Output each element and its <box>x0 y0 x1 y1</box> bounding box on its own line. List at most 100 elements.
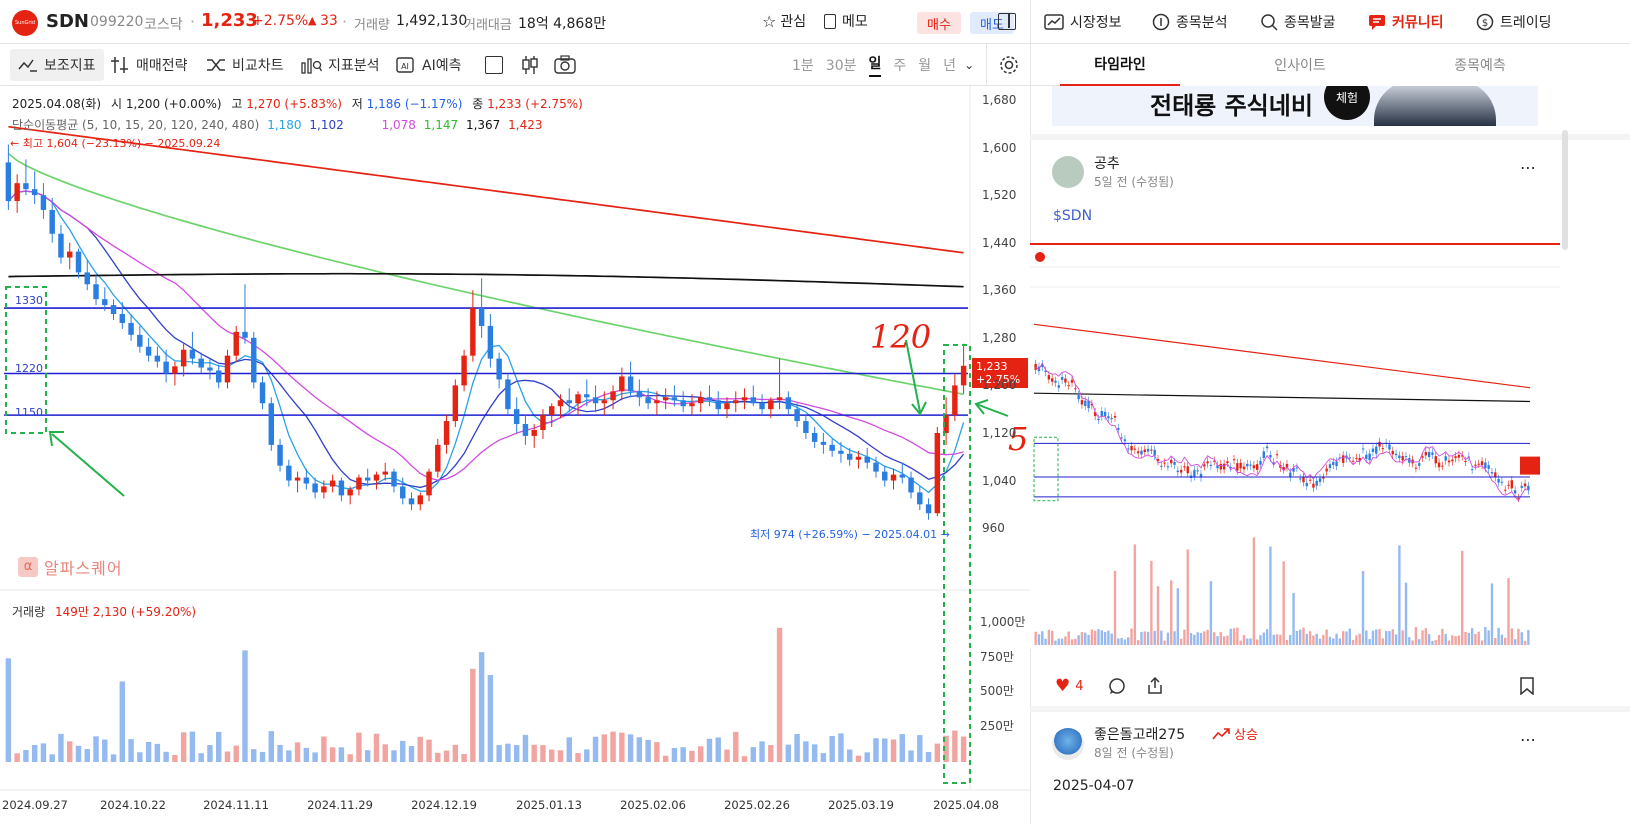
mini-volume-bar <box>1315 633 1318 645</box>
mini-volume-bar <box>1504 637 1507 645</box>
candle-body <box>119 314 126 323</box>
mini-volume-bar <box>1305 633 1308 645</box>
volume-bar <box>794 734 800 762</box>
volume-tick-label: 750만 <box>980 650 1014 664</box>
volume-bar <box>40 743 47 762</box>
volume-bar <box>627 734 634 762</box>
post-author-name[interactable]: 좋은돌고래275 <box>1094 724 1185 744</box>
nav-stock-analysis[interactable]: 종목분석 <box>1152 0 1228 44</box>
tab-timeline[interactable]: 타임라인 <box>1060 44 1180 86</box>
mini-candle <box>1064 378 1067 383</box>
more-options-icon[interactable]: ⋯ <box>1520 158 1537 177</box>
candle-body <box>487 325 494 359</box>
mini-candle <box>1265 446 1269 449</box>
tab-stock-forecast[interactable]: 종목예측 <box>1420 44 1540 86</box>
mini-volume-bar <box>1325 629 1328 645</box>
mini-candle <box>1080 400 1084 405</box>
like-button[interactable]: ♥ 4 <box>1055 676 1084 696</box>
mini-volume-bar <box>1110 633 1113 645</box>
ohlc-date: 2025.04.08(화) <box>12 97 102 111</box>
share-icon[interactable] <box>1146 676 1164 695</box>
mini-volume-bar <box>1070 639 1074 645</box>
mini-candle <box>1173 461 1176 465</box>
mini-volume-bar <box>1054 640 1057 645</box>
mini-volume-bar <box>1461 550 1464 645</box>
tab-insight[interactable]: 인사이트 <box>1240 44 1360 86</box>
comment-icon[interactable] <box>1108 677 1126 695</box>
mini-volume-bar <box>1328 636 1332 645</box>
mini-volume-bar <box>1388 631 1391 645</box>
candle-body <box>356 477 362 490</box>
post-author-avatar[interactable] <box>1052 728 1084 760</box>
post-cashtag[interactable]: $SDN <box>1053 208 1092 224</box>
nav-label: 시장정보 <box>1070 15 1122 31</box>
mini-candle <box>1394 453 1398 456</box>
mini-candle <box>1143 449 1146 453</box>
mini-candle <box>1259 460 1262 465</box>
mini-volume-bar <box>1527 629 1530 645</box>
volume-bar <box>575 752 581 762</box>
candle-body <box>93 284 99 300</box>
chat-icon <box>1369 15 1385 30</box>
mini-candle <box>1351 460 1355 462</box>
nav-stock-discovery[interactable]: 종목발굴 <box>1260 0 1336 44</box>
mini-candle <box>1203 464 1206 467</box>
nav-community[interactable]: 커뮤니티 <box>1368 0 1444 44</box>
y-tick-label: 1,040 <box>982 473 1017 488</box>
mini-volume-bar <box>1064 636 1067 645</box>
mini-candle <box>1504 489 1507 491</box>
candle-body <box>654 400 660 404</box>
post-author-avatar[interactable] <box>1052 156 1084 188</box>
mini-volume-bar <box>1447 640 1451 645</box>
mini-candle <box>1070 379 1074 383</box>
candle-body <box>268 403 275 445</box>
candle-body <box>540 415 546 430</box>
mini-volume-bar <box>1411 640 1414 645</box>
mini-candle <box>1113 415 1117 418</box>
volume-bar <box>689 750 695 762</box>
candle-body <box>137 334 143 347</box>
mini-volume-bar <box>1302 627 1305 645</box>
more-options-icon[interactable]: ⋯ <box>1520 730 1537 749</box>
panel-scrollbar[interactable] <box>1562 130 1568 250</box>
post-image-thumbnail[interactable] <box>1030 243 1560 649</box>
ma-label: 단순이동평균 (5, 10, 15, 20, 120, 240, 480) <box>12 118 260 132</box>
candle-body <box>645 397 651 404</box>
mini-candle <box>1401 456 1404 461</box>
mini-volume-bar <box>1272 634 1275 645</box>
high-value: 1,270 (+5.83%) <box>246 97 342 111</box>
mini-candle <box>1249 464 1252 466</box>
mini-volume-bar <box>1173 631 1176 645</box>
mini-candle <box>1183 466 1186 468</box>
mini-volume-bar <box>1160 630 1163 645</box>
ad-banner[interactable]: 전태룡 주식네비 체험 <box>1052 86 1538 126</box>
mini-candle <box>1451 459 1454 462</box>
mini-volume-bar <box>1365 630 1368 645</box>
candle-body <box>496 358 502 380</box>
candle-body <box>697 397 704 404</box>
candle-body <box>768 400 774 410</box>
mini-candle <box>1236 463 1239 471</box>
bookmark-icon[interactable] <box>1520 677 1534 695</box>
nav-trading[interactable]: $ 트레이딩 <box>1476 0 1552 44</box>
post-author-name[interactable]: 공추 <box>1094 153 1120 173</box>
volume-bar <box>259 751 266 762</box>
volume-bar <box>224 751 231 762</box>
mini-volume-bar <box>1332 638 1335 645</box>
candle-body <box>908 477 914 493</box>
candle-body <box>706 397 713 401</box>
mini-candle <box>1454 456 1457 459</box>
volume-bar <box>373 733 380 762</box>
price-tag-value: 1,233 <box>976 360 1008 373</box>
mini-candle <box>1513 490 1517 494</box>
mini-candle <box>1328 464 1332 469</box>
nav-market-info[interactable]: 시장정보 <box>1044 0 1122 44</box>
low-label: 저 <box>351 97 363 111</box>
volume-bar <box>338 747 345 762</box>
candle-body <box>601 400 608 404</box>
candle-body <box>329 480 336 487</box>
volume-bar <box>417 736 423 762</box>
svg-text:$: $ <box>1482 18 1488 29</box>
mini-volume-bar <box>1454 636 1457 645</box>
mini-candle <box>1381 448 1385 450</box>
